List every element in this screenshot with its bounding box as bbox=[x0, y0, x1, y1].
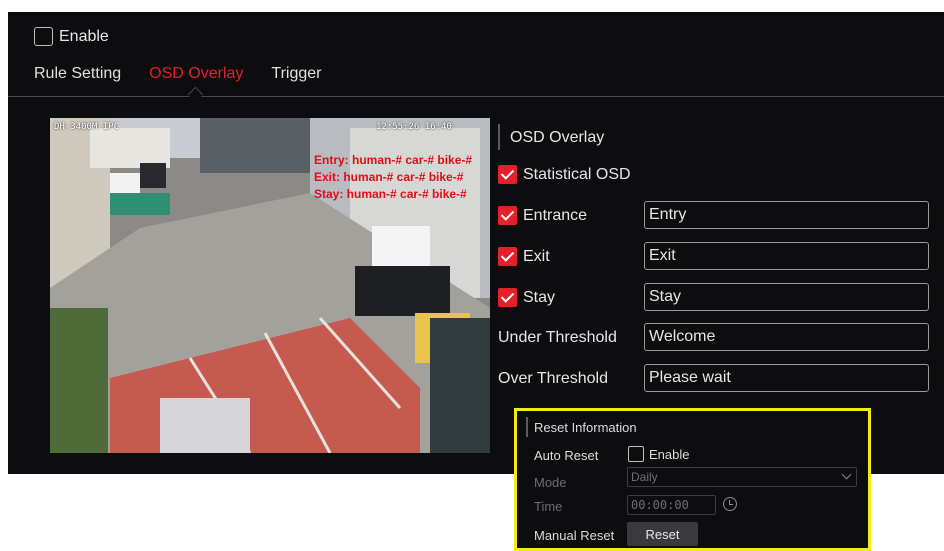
reset-button[interactable]: Reset bbox=[627, 522, 698, 546]
over-threshold-label: Over Threshold bbox=[498, 370, 608, 387]
auto-reset-label: Auto Reset bbox=[534, 448, 599, 463]
tab-trigger[interactable]: Trigger bbox=[271, 65, 321, 83]
over-threshold-field[interactable] bbox=[644, 364, 929, 392]
under-threshold-field[interactable] bbox=[644, 323, 929, 351]
osd-entry-line: Entry: human-# car-# bike-# bbox=[314, 153, 473, 167]
enable-label: Enable bbox=[59, 27, 109, 45]
reset-section-title: Reset Information bbox=[534, 420, 637, 435]
stay-label: Stay bbox=[523, 288, 556, 306]
osd-stay-line: Stay: human-# car-# bike-# bbox=[314, 187, 467, 201]
section-accent-bar bbox=[498, 124, 500, 150]
statistical-osd-label: Statistical OSD bbox=[523, 165, 631, 183]
enable-toggle[interactable]: Enable bbox=[34, 27, 109, 46]
tab-osd-overlay[interactable]: OSD Overlay bbox=[149, 65, 243, 83]
auto-reset-checkbox[interactable] bbox=[628, 446, 644, 462]
camera-preview: DH-3400M-IPC 12:55:26 16:40 Entry: human… bbox=[50, 118, 490, 453]
exit-checkbox[interactable] bbox=[498, 247, 517, 266]
manual-reset-label: Manual Reset bbox=[534, 528, 615, 543]
stay-option[interactable]: Stay bbox=[498, 288, 555, 307]
camera-timestamp-overlay: 12:55:26 16:40 bbox=[376, 122, 452, 132]
exit-option[interactable]: Exit bbox=[498, 247, 550, 266]
entrance-text-field[interactable] bbox=[644, 201, 929, 229]
settings-panel: Enable Rule Setting OSD Overlay Trigger bbox=[8, 12, 944, 474]
osd-text-overlay: Entry: human-# car-# bike-# Exit: human-… bbox=[314, 152, 472, 203]
mode-value: Daily bbox=[631, 470, 658, 484]
stay-checkbox[interactable] bbox=[498, 288, 517, 307]
auto-reset-enable[interactable]: Enable bbox=[628, 446, 689, 462]
osd-section-title: OSD Overlay bbox=[510, 129, 605, 146]
reset-information-panel: Reset Information Auto Reset Enable Mode… bbox=[514, 408, 871, 551]
clock-icon[interactable] bbox=[723, 497, 737, 511]
osd-exit-line: Exit: human-# car-# bike-# bbox=[314, 170, 464, 184]
entrance-label: Entrance bbox=[523, 206, 588, 224]
exit-label: Exit bbox=[523, 247, 550, 265]
tab-bar: Rule Setting OSD Overlay Trigger bbox=[34, 65, 350, 83]
chevron-down-icon bbox=[841, 469, 852, 480]
active-tab-indicator bbox=[187, 86, 204, 103]
stay-text-field[interactable] bbox=[644, 283, 929, 311]
tab-divider bbox=[8, 96, 944, 97]
camera-name-overlay: DH-3400M-IPC bbox=[54, 122, 120, 132]
time-label: Time bbox=[534, 499, 563, 514]
mode-select[interactable]: Daily bbox=[627, 467, 857, 487]
mode-label: Mode bbox=[534, 475, 567, 490]
entrance-checkbox[interactable] bbox=[498, 206, 517, 225]
auto-reset-enable-label: Enable bbox=[649, 446, 690, 462]
exit-text-field[interactable] bbox=[644, 242, 929, 270]
time-input[interactable]: 00:00:00 bbox=[627, 495, 716, 515]
statistical-osd-checkbox[interactable] bbox=[498, 165, 517, 184]
enable-checkbox[interactable] bbox=[34, 27, 53, 46]
reset-section-bar bbox=[526, 417, 528, 437]
statistical-osd-option[interactable]: Statistical OSD bbox=[498, 165, 631, 184]
under-threshold-label: Under Threshold bbox=[498, 329, 617, 346]
tab-rule-setting[interactable]: Rule Setting bbox=[34, 65, 121, 83]
entrance-option[interactable]: Entrance bbox=[498, 206, 587, 225]
